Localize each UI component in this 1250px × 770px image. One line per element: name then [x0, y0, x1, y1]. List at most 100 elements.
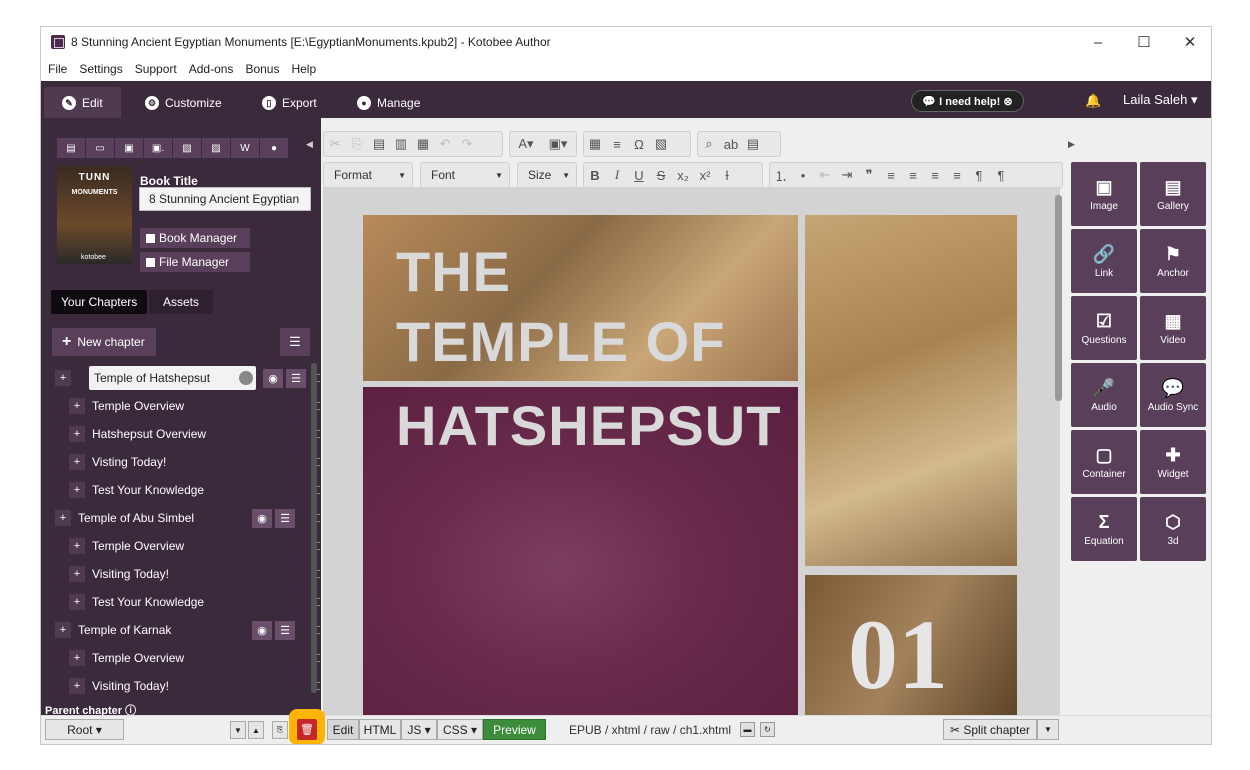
save-icon[interactable]: ▣ [115, 138, 144, 158]
view-html-tab[interactable]: HTML [359, 719, 401, 740]
font-dropdown[interactable]: Font ▼ [420, 162, 510, 188]
chevron-down-icon[interactable]: ▼ [230, 721, 246, 739]
chevron-down-icon[interactable]: ▼ [1037, 719, 1059, 740]
widget-questions-button[interactable]: ☑ Questions [1071, 296, 1137, 360]
trash-icon[interactable]: 🗑 [297, 719, 317, 740]
view-css-tab[interactable]: CSS ▾ [437, 719, 483, 740]
widget-audio-button[interactable]: 🎤 Audio [1071, 363, 1137, 427]
horizontal-line-icon[interactable]: ≡ [606, 133, 628, 155]
page-title-line-2[interactable]: TEMPLE OF [396, 309, 725, 374]
chapter-item[interactable]: + Test Your Knowledge [52, 478, 320, 504]
pdf-import-icon[interactable]: ▧ [173, 138, 202, 158]
view-edit-tab[interactable]: Edit [327, 719, 359, 740]
underline-icon[interactable]: U [628, 164, 650, 186]
expand-arrow-icon[interactable]: ▶ [1068, 139, 1075, 150]
chapter-item[interactable]: + Visiting Today! [52, 562, 320, 588]
eye-icon[interactable]: ◉ [252, 621, 272, 640]
tab-assets[interactable]: Assets [149, 290, 214, 314]
chapter-item[interactable]: + Temple Overview [52, 534, 320, 560]
replace-icon[interactable]: ab [720, 133, 742, 155]
book-cover[interactable]: TUNN MONUMENTS kotobee [57, 166, 132, 264]
save-as-icon[interactable]: ▣. [144, 138, 173, 158]
bold-icon[interactable]: B [584, 164, 606, 186]
ltr-icon[interactable]: ¶ [968, 164, 990, 186]
bell-icon[interactable]: 🔔 [1085, 93, 1101, 109]
gear-icon[interactable] [239, 371, 253, 385]
editor-canvas[interactable]: THE TEMPLE OF HATSHEPSUT 01 [323, 187, 1060, 715]
chapter-item[interactable]: + Temple Overview [52, 646, 320, 672]
widget-container-button[interactable]: ▢ Container [1071, 430, 1137, 494]
spellcheck-icon[interactable]: ▤ [742, 133, 764, 155]
subscript-icon[interactable]: x₂ [672, 164, 694, 186]
split-chapter-button[interactable]: ✂ Split chapter [943, 719, 1037, 740]
table-icon[interactable]: ▦ [584, 133, 606, 155]
hamburger-icon[interactable]: ☰ [275, 509, 295, 528]
new-file-icon[interactable]: ▤ [57, 138, 86, 158]
temple-entrance-photo[interactable] [805, 215, 1017, 566]
indent-icon[interactable]: ⇥ [836, 164, 858, 186]
chapter-item[interactable]: + Visiting Today! [52, 674, 320, 700]
redo-icon[interactable]: ↷ [456, 133, 478, 155]
open-folder-icon[interactable]: ▭ [86, 138, 115, 158]
chapter-item[interactable]: + Temple Overview [52, 394, 320, 420]
expand-icon[interactable]: + [55, 622, 71, 638]
rtl-icon[interactable]: ¶ [990, 164, 1012, 186]
editor-scrollbar[interactable] [1055, 195, 1062, 401]
view-js-tab[interactable]: JS ▾ [401, 719, 437, 740]
expand-icon[interactable]: + [69, 426, 85, 442]
globe-icon[interactable]: ● [260, 138, 289, 158]
import-icon[interactable]: ▨ [202, 138, 231, 158]
outdent-icon[interactable]: ⇤ [814, 164, 836, 186]
copy-icon[interactable]: ⎘ [346, 133, 368, 155]
expand-icon[interactable]: + [69, 650, 85, 666]
paste-icon[interactable]: ▤ [368, 133, 390, 155]
expand-icon[interactable]: + [69, 398, 85, 414]
menu-settings[interactable]: Settings [79, 62, 122, 76]
tab-edit[interactable]: ✎ Edit [44, 87, 121, 118]
superscript-icon[interactable]: x² [694, 164, 716, 186]
numbered-list-icon[interactable]: ⒈ [770, 164, 792, 186]
book-title-input[interactable]: 8 Stunning Ancient Egyptian [139, 187, 311, 211]
word-import-icon[interactable]: W [231, 138, 260, 158]
help-button[interactable]: 💬 I need help! ⊗ [911, 90, 1024, 112]
align-left-icon[interactable]: ≡ [880, 164, 902, 186]
collapse-arrow-icon[interactable]: ◀ [306, 139, 313, 150]
tab-customize[interactable]: ⚙ Customize [127, 87, 240, 118]
paste-text-icon[interactable]: ▥ [390, 133, 412, 155]
italic-icon[interactable]: I [606, 164, 628, 186]
widget-anchor-button[interactable]: ⚑ Anchor [1140, 229, 1206, 293]
page-title-line-1[interactable]: THE [396, 239, 511, 304]
chapter-label-selected[interactable]: Temple of Hatshepsut [89, 366, 256, 390]
menu-help[interactable]: Help [291, 62, 316, 76]
widget-audio-sync-button[interactable]: 💬 Audio Sync [1140, 363, 1206, 427]
text-color-icon[interactable]: A▾ [510, 133, 542, 155]
hamburger-icon[interactable]: ☰ [275, 621, 295, 640]
parent-chapter-select[interactable]: Root ▾ [45, 719, 124, 740]
tab-export[interactable]: ▯ Export [244, 87, 335, 118]
hamburger-icon[interactable]: ☰ [286, 369, 306, 388]
chapter-menu-button[interactable]: ☰ [280, 328, 310, 356]
eye-icon[interactable]: ◉ [252, 509, 272, 528]
menu-support[interactable]: Support [135, 62, 177, 76]
expand-icon[interactable]: + [69, 594, 85, 610]
expand-icon[interactable]: + [69, 678, 85, 694]
page-title-line-3[interactable]: HATSHEPSUT [396, 393, 781, 458]
minimize-button[interactable]: – [1075, 27, 1121, 57]
widget-link-button[interactable]: 🔗 Link [1071, 229, 1137, 293]
special-char-icon[interactable]: Ω [628, 133, 650, 155]
new-chapter-button[interactable]: + New chapter [52, 328, 156, 356]
user-menu[interactable]: Laila Saleh ▾ [1123, 92, 1197, 108]
html-snippet-icon[interactable]: ▧ [650, 133, 672, 155]
widget-equation-button[interactable]: Σ Equation [1071, 497, 1137, 561]
eye-icon[interactable]: ◉ [263, 369, 283, 388]
file-manager-button[interactable]: File Manager [140, 252, 250, 272]
widget-widget-button[interactable]: ✚ Widget [1140, 430, 1206, 494]
align-justify-icon[interactable]: ≡ [946, 164, 968, 186]
bullet-list-icon[interactable]: • [792, 164, 814, 186]
chapter-item[interactable]: + Temple of Karnak ◉ ☰ [52, 618, 320, 644]
expand-icon[interactable]: + [69, 538, 85, 554]
chapter-list-scrollbar[interactable] [311, 363, 317, 693]
menu-bonus[interactable]: Bonus [245, 62, 279, 76]
paste-word-icon[interactable]: ▦ [412, 133, 434, 155]
chapter-item[interactable]: + Temple of Hatshepsut ◉ ☰ [52, 366, 320, 392]
